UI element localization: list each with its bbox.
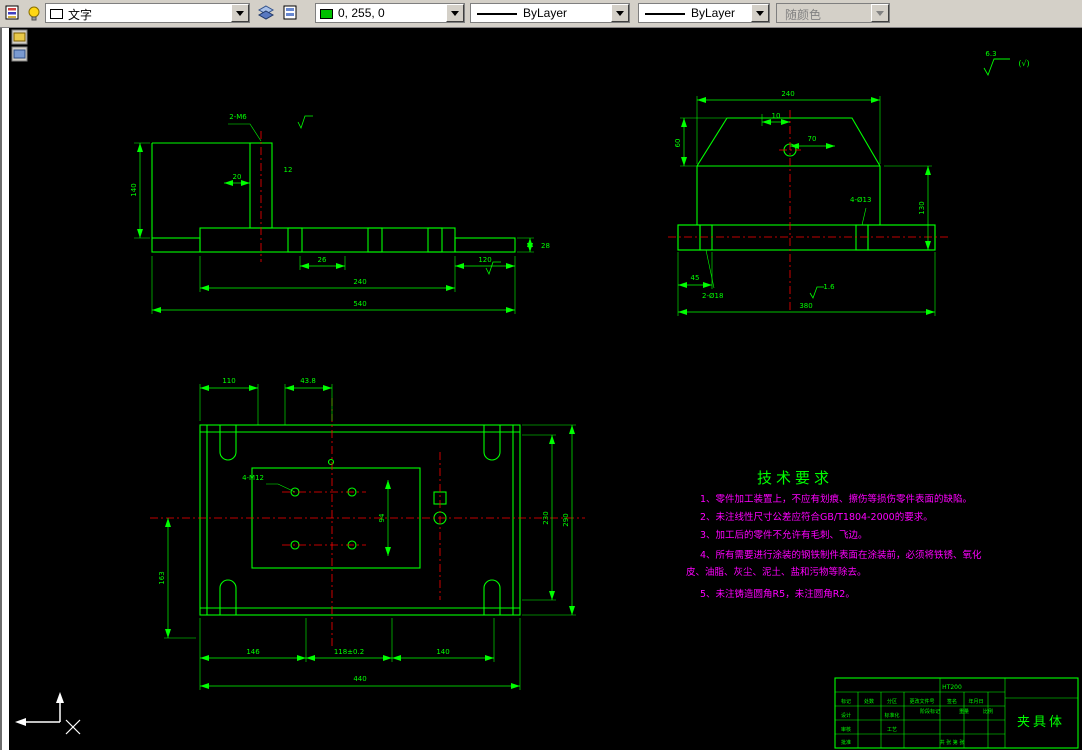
layer-properties-manager-button[interactable] (2, 2, 24, 24)
dimension-label: 45 (691, 274, 700, 282)
layers-stack-icon (5, 5, 19, 20)
color-combo-value: 0, 255, 0 (338, 6, 385, 20)
dimension-label: 10 (772, 112, 781, 120)
dimension-label: (√) (1018, 59, 1029, 68)
dimension-label: 94 (378, 513, 386, 522)
title-block-label: 重量 (959, 708, 969, 715)
title-block-label: 比例 (983, 708, 993, 715)
plot-style-arrow (871, 4, 889, 22)
layer-previous-icon (283, 5, 297, 20)
drawing-canvas[interactable]: 540 240 26 120 140 20 2-M6 12 28 240 10 60 130 380 45 2… (0, 0, 1082, 750)
dimension-label: 140 (436, 648, 449, 656)
dimension-label: 290 (562, 513, 570, 526)
lineweight-combo-arrow[interactable] (751, 4, 769, 22)
dimension-label: 12 (284, 166, 293, 174)
dimension-label: 20 (233, 173, 242, 181)
tech-requirements-title: 技术要求 (757, 469, 833, 487)
layer-current-icon (257, 5, 275, 20)
title-block-label: 年月日 (968, 698, 983, 705)
dimension-label: 26 (318, 256, 327, 264)
title-block-label: HT200 (942, 684, 962, 691)
layer-combo-arrow[interactable] (231, 4, 249, 22)
dimension-label: 43.8 (300, 377, 316, 385)
linetype-combo-value: ByLayer (523, 6, 568, 20)
part-name: 夹具体 (1017, 715, 1065, 730)
tech-requirement-item: 皮、油脂、灰尘、泥土、盐和污物等除去。 (686, 566, 867, 578)
dimension-label: 6.3 (985, 50, 996, 58)
object-properties-toolbar: 文字 0, 255, 0 ByLayer ByLayer 随颜色 (0, 0, 1082, 28)
title-block-label: 更改文件号 (909, 698, 934, 705)
docked-mini-icon-1[interactable] (11, 29, 28, 45)
title-block-label: 工艺 (887, 727, 897, 733)
tech-requirement-item: 2、未注线性尺寸公差应符合GB/T1804-2000的要求。 (700, 511, 933, 523)
dimension-label: 2-M6 (229, 113, 247, 121)
color-combo-arrow[interactable] (446, 4, 464, 22)
lineweight-combo[interactable]: ByLayer (638, 3, 770, 23)
cad-application-window: { "toolbar": { "layer": { "value": "文字" … (0, 0, 1082, 750)
layer-color-swatch (50, 9, 63, 19)
dimension-label: 440 (353, 675, 366, 683)
plot-style-value: 随颜色 (785, 8, 822, 22)
plot-style-combo: 随颜色 (776, 3, 890, 23)
dimension-label: 140 (130, 183, 138, 196)
dimension-label: 230 (542, 511, 550, 524)
layer-previous-button[interactable] (279, 2, 301, 24)
color-combo[interactable]: 0, 255, 0 (315, 3, 465, 23)
title-block-label: 签名 (947, 698, 957, 705)
color-swatch (320, 9, 333, 19)
dimension-label: 240 (353, 278, 366, 286)
title-block-label: 标记 (841, 698, 851, 705)
title-block-label: 阶段标记 (920, 708, 940, 715)
dimension-label: 130 (918, 201, 926, 214)
make-object-layer-current-button[interactable] (255, 2, 277, 24)
linetype-combo-arrow[interactable] (611, 4, 629, 22)
title-block-label: 审核 (841, 726, 851, 733)
chevron-down-icon (236, 10, 244, 16)
tech-requirement-item: 3、加工后的零件不允许有毛刺、飞边。 (700, 529, 868, 541)
linetype-sample (477, 13, 517, 15)
dimension-label: 60 (674, 139, 682, 148)
dimension-label: 70 (808, 135, 817, 143)
chevron-down-icon (616, 10, 624, 16)
dimension-label: 163 (158, 571, 166, 584)
title-block-label: 处数 (864, 698, 874, 705)
title-block-label: 设计 (841, 712, 851, 719)
dimension-label: 240 (781, 90, 794, 98)
dimension-label: 110 (222, 377, 235, 385)
chevron-down-icon (451, 10, 459, 16)
canvas-background (0, 27, 1082, 750)
layer-states-button[interactable] (23, 2, 45, 24)
title-block-label: 共 张 第 张 (940, 739, 965, 746)
layer-combo[interactable]: 文字 (45, 3, 250, 23)
chevron-down-icon (756, 10, 764, 16)
lineweight-sample (645, 13, 685, 15)
title-block-label: 标准化 (884, 712, 899, 719)
chevron-down-icon (876, 10, 884, 16)
title-block-label: 批准 (841, 739, 851, 746)
dimension-label: 380 (799, 302, 812, 310)
dimension-label: 1.6 (823, 283, 835, 291)
title-block-label: 分区 (887, 698, 897, 705)
dimension-label: 540 (353, 300, 366, 308)
lineweight-combo-value: ByLayer (691, 6, 736, 20)
tech-requirement-item: 4、所有需要进行涂装的钢铁制件表面在涂装前，必须将铁锈、氧化 (700, 549, 982, 561)
dimension-label: 4-Ø13 (850, 196, 871, 204)
dimension-label: 28 (541, 242, 550, 250)
docked-mini-icon-2[interactable] (11, 46, 28, 62)
tech-requirement-item: 1、零件加工装置上，不应有划痕、擦伤等损伤零件表面的缺陷。 (700, 493, 972, 505)
tech-requirement-item: 5、未注铸造圆角R5，未注圆角R2。 (700, 588, 855, 600)
linetype-combo[interactable]: ByLayer (470, 3, 630, 23)
layer-combo-value: 文字 (68, 8, 93, 22)
dimension-label: 2-Ø18 (702, 292, 723, 300)
dimension-label: 146 (246, 648, 260, 656)
dimension-label: 4-M12 (242, 474, 264, 482)
dimension-label: 118±0.2 (334, 648, 364, 656)
layer-bulb-icon (28, 6, 40, 21)
dimension-label: 120 (478, 256, 491, 264)
